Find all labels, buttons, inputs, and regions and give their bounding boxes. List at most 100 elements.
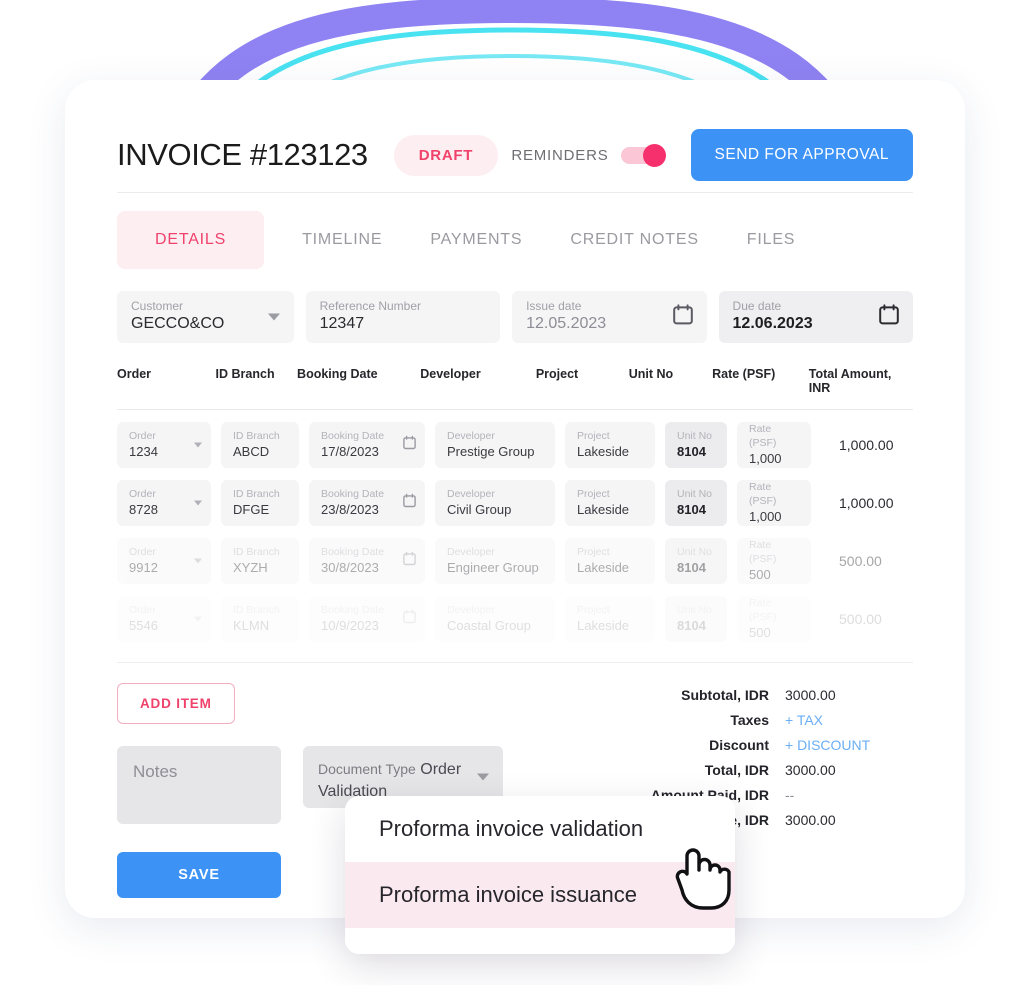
tab-payments[interactable]: PAYMENTS — [420, 211, 532, 269]
customer-select[interactable]: Customer GECCO&CO — [117, 291, 294, 343]
reminders-control[interactable]: REMINDERS — [511, 143, 666, 167]
chevron-down-icon[interactable] — [267, 313, 280, 321]
tab-credit-notes[interactable]: CREDIT NOTES — [560, 211, 708, 269]
cell-value-order: 5546 — [129, 618, 158, 634]
add-tax-link[interactable]: + TAX — [785, 712, 823, 728]
cell-developer[interactable]: Developer Coastal Group — [435, 596, 555, 642]
cell-label-booking: Booking Date — [321, 430, 385, 443]
total-value: 3000.00 — [785, 812, 836, 828]
chevron-down-icon[interactable] — [194, 500, 202, 506]
calendar-icon[interactable] — [403, 493, 416, 513]
cell-value-project: Lakeside — [577, 618, 630, 634]
calendar-icon[interactable] — [879, 304, 899, 330]
total-label: Subtotal, IDR — [681, 687, 769, 703]
cell-value-booking: 30/8/2023 — [321, 560, 379, 576]
cell-project[interactable]: Project Lakeside — [565, 480, 655, 526]
cell-rate[interactable]: Rate (PSF) 1,000 — [737, 480, 811, 526]
cell-branch[interactable]: ID Branch ABCD — [221, 422, 299, 468]
chevron-down-icon[interactable] — [194, 616, 202, 622]
total-line-total: Total, IDR 3000.00 — [617, 762, 913, 778]
calendar-icon[interactable] — [403, 435, 416, 455]
cell-project[interactable]: Project Lakeside — [565, 538, 655, 584]
chevron-down-icon[interactable] — [194, 442, 202, 448]
dropdown-option-proforma-invoice-validation[interactable]: Proforma invoice validation — [345, 796, 735, 862]
cell-label-rate: Rate (PSF) — [749, 481, 777, 508]
cell-rate[interactable]: Rate (PSF) 500 — [737, 596, 811, 642]
cell-label-booking: Booking Date — [321, 488, 385, 501]
cell-total-amount: 500.00 — [839, 553, 882, 569]
send-for-approval-button[interactable]: SEND FOR APPROVAL — [690, 129, 913, 181]
chevron-down-icon[interactable] — [194, 558, 202, 564]
cell-value-rate: 500 — [749, 625, 771, 641]
cell-booking-date[interactable]: Booking Date 30/8/2023 — [309, 538, 425, 584]
document-type-dropdown-menu: Proforma invoice validation Proforma inv… — [345, 796, 735, 954]
dropdown-option-proforma-invoice-issuance[interactable]: Proforma invoice issuance — [345, 862, 735, 928]
cell-value-order: 9912 — [129, 560, 158, 576]
cell-order[interactable]: Order 9912 — [117, 538, 211, 584]
save-button[interactable]: SAVE — [117, 852, 281, 898]
cell-unit-no[interactable]: Unit No 8104 — [665, 422, 727, 468]
total-value: -- — [785, 787, 795, 803]
cell-rate[interactable]: Rate (PSF) 1,000 — [737, 422, 811, 468]
reference-number-label: Reference Number — [319, 298, 422, 313]
cell-value-branch: KLMN — [233, 618, 270, 634]
cell-value-branch: ABCD — [233, 444, 270, 460]
document-type-label: Document Type — [318, 761, 416, 777]
due-date-input[interactable]: Due date 12.06.2023 — [718, 291, 913, 343]
cell-order[interactable]: Order 8728 — [117, 480, 211, 526]
cell-booking-date[interactable]: Booking Date 10/9/2023 — [309, 596, 425, 642]
total-value: 3000.00 — [785, 762, 836, 778]
cell-booking-date[interactable]: Booking Date 17/8/2023 — [309, 422, 425, 468]
reference-number-input[interactable]: Reference Number 12347 — [305, 291, 501, 343]
cell-rate[interactable]: Rate (PSF) 500 — [737, 538, 811, 584]
cell-total-amount: 500.00 — [839, 611, 882, 627]
calendar-icon[interactable] — [403, 609, 416, 629]
reminders-toggle[interactable] — [620, 143, 666, 167]
cell-developer[interactable]: Developer Engineer Group — [435, 538, 555, 584]
cell-unit-no[interactable]: Unit No 8104 — [665, 538, 727, 584]
issue-date-input[interactable]: Issue date 12.05.2023 — [512, 291, 707, 343]
cell-developer[interactable]: Developer Prestige Group — [435, 422, 555, 468]
notes-textarea[interactable]: Notes — [117, 746, 281, 824]
cell-branch[interactable]: ID Branch DFGE — [221, 480, 299, 526]
tab-files[interactable]: FILES — [737, 211, 805, 269]
customer-label: Customer — [131, 298, 184, 313]
column-header-booking: Booking Date — [297, 367, 378, 381]
cell-value-developer: Prestige Group — [447, 444, 535, 460]
cell-value-rate: 1,000 — [749, 451, 782, 467]
cell-order[interactable]: Order 1234 — [117, 422, 211, 468]
cell-value-booking: 23/8/2023 — [321, 502, 379, 518]
total-value: 3000.00 — [785, 687, 836, 703]
tab-timeline[interactable]: TIMELINE — [292, 211, 392, 269]
cell-value-unit: 8104 — [677, 502, 706, 518]
cell-unit-no[interactable]: Unit No 8104 — [665, 596, 727, 642]
calendar-icon[interactable] — [672, 304, 693, 330]
column-header-unit-no: Unit No — [628, 367, 674, 381]
cell-project[interactable]: Project Lakeside — [565, 596, 655, 642]
cell-value-booking: 10/9/2023 — [321, 618, 379, 634]
cell-unit-no[interactable]: Unit No 8104 — [665, 480, 727, 526]
invoice-card: INVOICE #123123 DRAFT REMINDERS SEND FOR… — [65, 80, 965, 954]
cell-label-booking: Booking Date — [321, 546, 385, 559]
chevron-down-icon[interactable] — [477, 773, 489, 781]
cell-project[interactable]: Project Lakeside — [565, 422, 655, 468]
add-discount-link[interactable]: + DISCOUNT — [785, 737, 870, 753]
calendar-icon[interactable] — [403, 551, 416, 571]
cell-label-developer: Developer — [447, 546, 495, 559]
cell-branch[interactable]: ID Branch XYZH — [221, 538, 299, 584]
column-header-total: Total Amount, INR — [808, 367, 892, 395]
cell-label-order: Order — [129, 488, 156, 501]
cell-order[interactable]: Order 5546 — [117, 596, 211, 642]
add-item-button[interactable]: ADD ITEM — [117, 683, 235, 724]
status-badge: DRAFT — [393, 134, 499, 176]
cell-booking-date[interactable]: Booking Date 23/8/2023 — [309, 480, 425, 526]
total-label: Discount — [709, 737, 769, 753]
customer-value: GECCO&CO — [131, 315, 225, 333]
cell-branch[interactable]: ID Branch KLMN — [221, 596, 299, 642]
table-row: Order 5546 ID Branch KLMN Booking Date 1… — [117, 596, 913, 642]
cell-value-rate: 500 — [749, 567, 771, 583]
cell-developer[interactable]: Developer Civil Group — [435, 480, 555, 526]
cell-value-project: Lakeside — [577, 560, 630, 576]
column-header-branch: ID Branch — [215, 367, 275, 381]
tab-details[interactable]: DETAILS — [117, 211, 265, 269]
